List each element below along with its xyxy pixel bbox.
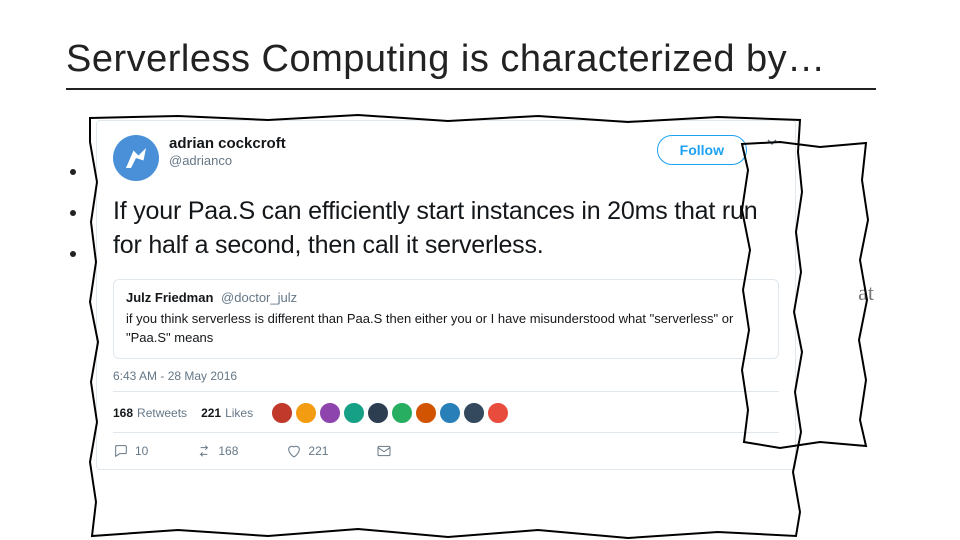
retweets-label: Retweets [137,406,187,420]
liker-avatar[interactable] [487,402,509,424]
envelope-icon [376,443,392,459]
reply-count: 10 [135,444,148,458]
user-block[interactable]: adrian cockcroft @adrianco [169,135,647,169]
engagement-row: 168 Retweets 221 Likes [113,391,779,424]
liker-avatar[interactable] [367,402,389,424]
bullet-item [88,201,94,224]
title-underline [66,88,876,90]
follow-button[interactable]: Follow [657,135,747,165]
heart-icon [286,443,302,459]
reply-icon [113,443,129,459]
retweets-count[interactable]: 168 [113,406,133,420]
tweet-timestamp[interactable]: 6:43 AM - 28 May 2016 [113,369,779,383]
reply-action[interactable]: 10 [113,443,148,459]
slide: Serverless Computing is characterized by… [0,0,960,540]
likes-count[interactable]: 221 [201,406,221,420]
like-action[interactable]: 221 [286,443,328,459]
retweet-action[interactable]: 168 [196,443,238,459]
avatar-unicorn-icon [121,143,151,173]
liker-avatar[interactable] [271,402,293,424]
action-row: 10 168 221 [113,432,779,459]
tweet-header: adrian cockcroft @adrianco Follow [113,135,779,181]
liker-avatar[interactable] [295,402,317,424]
likes-label: Likes [225,406,253,420]
liker-avatars [271,402,509,424]
liker-avatar[interactable] [415,402,437,424]
user-handle: @adrianco [169,153,647,169]
quoted-body: if you think serverless is different tha… [126,309,766,348]
bullet-item [88,242,94,265]
chevron-down-icon[interactable] [765,135,779,149]
quoted-header: Julz Friedman @doctor_julz [126,290,766,305]
quoted-handle: @doctor_julz [221,290,297,305]
bullet-list [78,160,94,283]
avatar[interactable] [113,135,159,181]
dm-action[interactable] [376,443,392,459]
liker-avatar[interactable] [319,402,341,424]
quoted-display-name: Julz Friedman [126,290,213,305]
peek-text: at [858,280,874,306]
retweet-icon [196,443,212,459]
liker-avatar[interactable] [343,402,365,424]
like-count: 221 [308,444,328,458]
bullet-item [88,160,94,183]
tweet-card: adrian cockcroft @adrianco Follow If you… [96,120,796,470]
tweet-body: If your Paa.S can efficiently start inst… [113,195,779,263]
display-name: adrian cockcroft [169,135,647,153]
liker-avatar[interactable] [463,402,485,424]
quoted-tweet[interactable]: Julz Friedman @doctor_julz if you think … [113,279,779,359]
liker-avatar[interactable] [391,402,413,424]
slide-title: Serverless Computing is characterized by… [66,38,826,81]
retweet-count: 168 [218,444,238,458]
liker-avatar[interactable] [439,402,461,424]
